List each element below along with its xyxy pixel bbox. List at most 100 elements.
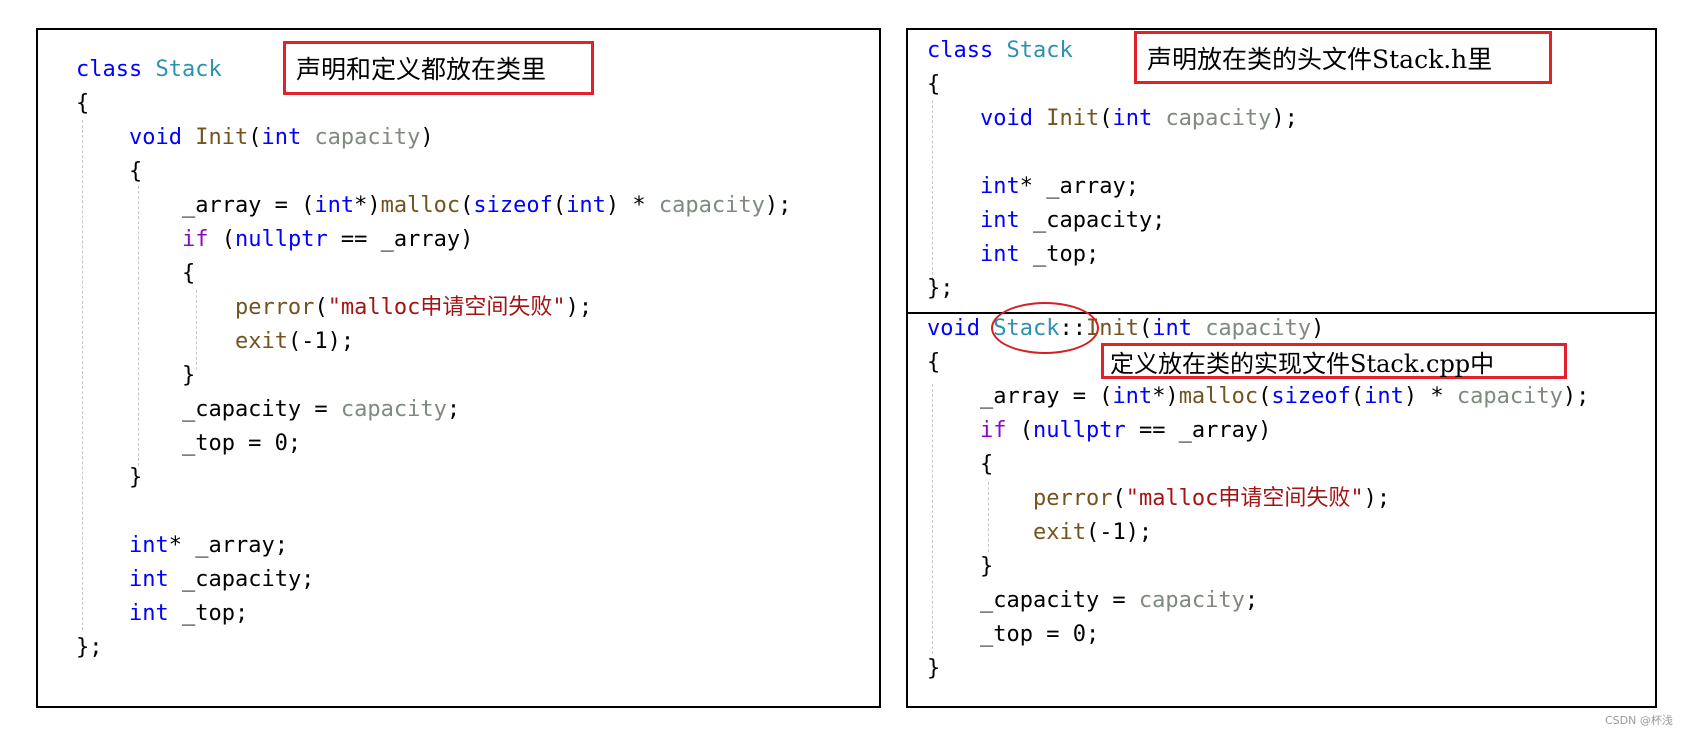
left-code-block: class Stack{ void Init(int capacity) { _… (76, 53, 791, 665)
code-line: exit(-1); (927, 516, 1589, 550)
code-token: capacity (1456, 384, 1563, 409)
code-line: }; (76, 631, 791, 665)
code-line: exit(-1); (76, 325, 791, 359)
code-token: int (314, 193, 355, 218)
code-token: perror (234, 295, 315, 320)
code-line: { (76, 155, 791, 189)
code-token: int (979, 174, 1020, 199)
code-token: "malloc申请空间失败" (327, 295, 566, 320)
code-token: void (979, 106, 1047, 131)
code-token: }; (76, 635, 103, 660)
code-line: if (nullptr == _array) (927, 414, 1589, 448)
code-token: capacity (1165, 106, 1272, 131)
code-token: class (927, 38, 1007, 63)
code-token: * _array; (1019, 174, 1139, 199)
code-token: int (128, 533, 169, 558)
code-token: *) (354, 193, 381, 218)
code-token: ( (1099, 106, 1113, 131)
watermark: CSDN @杯浅 (1605, 714, 1673, 727)
annotation-left: 声明和定义都放在类里 (283, 41, 594, 95)
code-token: Init (1046, 106, 1100, 131)
code-token: int (1152, 316, 1206, 341)
code-line: }; (927, 272, 1298, 306)
code-line: int* _array; (927, 170, 1298, 204)
code-token: ( (248, 125, 262, 150)
code-token: capacity (1205, 316, 1312, 341)
code-token: _capacity; (1019, 208, 1166, 233)
code-token: _capacity = (927, 588, 1139, 613)
code-token: } (927, 554, 994, 579)
code-token: malloc (1178, 384, 1259, 409)
code-token: ( (1112, 486, 1126, 511)
code-line: } (76, 461, 791, 495)
code-line: _capacity = capacity; (76, 393, 791, 427)
code-token: perror (1032, 486, 1113, 511)
code-token: }; (927, 276, 954, 301)
code-token: if (181, 227, 209, 252)
code-token: ( (1258, 384, 1272, 409)
code-token: ; (1244, 588, 1259, 613)
code-line: _top = 0; (927, 618, 1589, 652)
code-line: perror("malloc申请空间失败"); (76, 291, 791, 325)
code-token: "malloc申请空间失败" (1125, 486, 1364, 511)
code-line: int _capacity; (76, 563, 791, 597)
code-token: { (76, 159, 143, 184)
code-token: Init (195, 125, 249, 150)
code-token: { (76, 91, 90, 116)
code-token: } (927, 656, 941, 681)
code-token: int (979, 208, 1020, 233)
code-line: _array = (int*)malloc(sizeof(int) * capa… (76, 189, 791, 223)
code-token: == _array) (1125, 418, 1272, 443)
code-token: _capacity = (76, 397, 341, 422)
code-token: Stack (155, 57, 222, 82)
code-line: } (76, 359, 791, 393)
code-token: sizeof (1271, 384, 1351, 409)
code-token: _array = ( (76, 193, 315, 218)
code-line: _array = (int*)malloc(sizeof(int) * capa… (927, 380, 1589, 414)
code-token: void (927, 316, 994, 341)
code-token: ); (1271, 106, 1298, 131)
code-token: ) (1311, 316, 1325, 341)
code-token: { (927, 72, 941, 97)
code-token: capacity (1138, 588, 1245, 613)
code-line: { (927, 448, 1589, 482)
code-token: Stack (1006, 38, 1073, 63)
code-token: int (566, 193, 606, 218)
code-token: capacity (314, 125, 421, 150)
code-line: int* _array; (76, 529, 791, 563)
code-token: ); (565, 295, 593, 320)
code-line: _top = 0; (76, 427, 791, 461)
code-token: } (76, 465, 143, 490)
code-token: _capacity; (168, 567, 315, 592)
code-token: { (927, 452, 994, 477)
code-line: } (927, 652, 1589, 686)
code-token: exit (234, 329, 288, 354)
code-token: ( (552, 193, 567, 218)
code-token: ); (1363, 486, 1391, 511)
code-line: int _top; (927, 238, 1298, 272)
code-token: } (76, 363, 196, 388)
code-token: int (1364, 384, 1404, 409)
code-token: ) * (1403, 384, 1457, 409)
code-token: _top; (1019, 242, 1100, 267)
code-token: _array = ( (927, 384, 1113, 409)
code-token: _top = 0; (76, 431, 302, 456)
code-token: int (979, 242, 1020, 267)
code-token: int (261, 125, 315, 150)
code-line: } (927, 550, 1589, 584)
code-token: int (1112, 384, 1153, 409)
code-token: ; (446, 397, 461, 422)
code-line: int _top; (76, 597, 791, 631)
code-token: ); (764, 193, 792, 218)
code-token: ( (208, 227, 235, 252)
